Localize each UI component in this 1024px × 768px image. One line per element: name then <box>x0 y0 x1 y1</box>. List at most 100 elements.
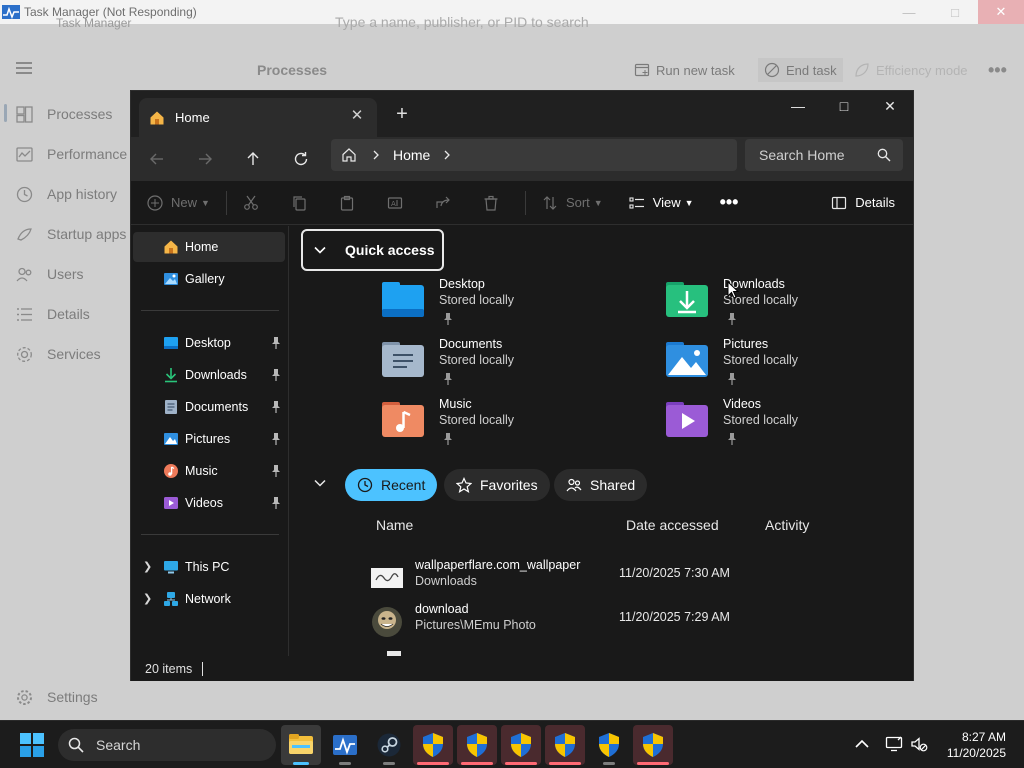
sidebar-item-home[interactable]: Home <box>133 232 285 262</box>
minimize-button[interactable]: — <box>775 91 821 121</box>
collapse-chevron-icon[interactable] <box>313 476 327 490</box>
pin-icon[interactable] <box>271 369 281 381</box>
column-header-activity[interactable]: Activity <box>765 517 809 533</box>
attention-indicator <box>417 762 449 765</box>
back-button[interactable] <box>143 145 171 173</box>
shared-filter-button[interactable]: Shared <box>554 469 648 501</box>
tm-nav-processes[interactable]: Processes <box>0 94 130 134</box>
quick-access-downloads[interactable]: Downloads Stored locally <box>665 277 925 333</box>
new-tab-button[interactable]: + <box>391 103 413 125</box>
share-button[interactable] <box>435 195 451 211</box>
tray-volume-button[interactable] <box>908 733 930 755</box>
efficiency-mode-button[interactable]: Efficiency mode <box>854 58 968 82</box>
details-pane-button[interactable]: Details <box>831 195 895 211</box>
sidebar-item-documents[interactable]: Documents <box>133 392 285 422</box>
sort-button[interactable]: Sort ▼ <box>542 195 603 211</box>
close-button[interactable]: ✕ <box>867 91 913 121</box>
pin-icon[interactable] <box>271 433 281 445</box>
file-row[interactable]: download Pictures\MEmu Photo 11/20/2025 … <box>371 600 891 644</box>
taskbar-uac-shield-3[interactable] <box>501 725 541 765</box>
pin-icon[interactable] <box>271 497 281 509</box>
run-new-task-button[interactable]: Run new task <box>634 58 735 82</box>
expand-chevron-icon[interactable]: ❯ <box>143 560 155 574</box>
quick-access-documents[interactable]: Documents Stored locally <box>381 337 641 393</box>
expand-chevron-icon[interactable]: ❯ <box>143 592 155 606</box>
taskbar-uac-shield-1[interactable] <box>413 725 453 765</box>
tray-display-button[interactable] <box>883 733 905 755</box>
tm-nav-users[interactable]: Users <box>0 254 130 294</box>
hamburger-menu-icon[interactable] <box>16 62 32 74</box>
system-clock[interactable]: 8:27 AM 11/20/2025 <box>947 729 1006 761</box>
pin-icon[interactable] <box>271 337 281 349</box>
sidebar-item-desktop[interactable]: Desktop <box>133 328 285 358</box>
taskbar-search[interactable]: Search <box>58 729 276 761</box>
search-box[interactable]: Search Home <box>745 139 903 171</box>
folder-status: Stored locally <box>723 413 799 427</box>
taskbar-steam[interactable] <box>369 725 409 765</box>
sidebar-item-network[interactable]: ❯ Network <box>133 584 285 614</box>
taskbar-uac-shield-4[interactable] <box>545 725 585 765</box>
file-row-partial[interactable] <box>387 651 401 656</box>
tm-nav-performance[interactable]: Performance <box>0 134 130 174</box>
windows-start-icon[interactable] <box>20 733 44 757</box>
taskbar-uac-shield-2[interactable] <box>457 725 497 765</box>
tm-nav-details[interactable]: Details <box>0 294 130 334</box>
tm-close-button[interactable]: ✕ <box>978 0 1024 24</box>
taskbar-task-manager[interactable] <box>325 725 365 765</box>
taskbar-uac-shield-5[interactable] <box>589 725 629 765</box>
explorer-tab-bar[interactable]: Home ✕ + — □ ✕ <box>131 91 913 137</box>
status-bar: 20 items <box>131 657 913 681</box>
pin-icon[interactable] <box>271 465 281 477</box>
sidebar-item-gallery[interactable]: Gallery <box>133 264 285 294</box>
more-options-icon[interactable]: ••• <box>720 192 739 213</box>
tm-nav-app-history[interactable]: App history <box>0 174 130 214</box>
tm-nav-services[interactable]: Services <box>0 334 130 374</box>
new-button[interactable]: New ▼ <box>147 194 210 211</box>
sidebar-item-music[interactable]: Music <box>133 456 285 486</box>
recent-filter-button[interactable]: Recent <box>345 469 438 501</box>
quick-access-pictures[interactable]: Pictures Stored locally <box>665 337 925 393</box>
up-button[interactable] <box>239 145 267 173</box>
copy-button[interactable] <box>291 195 307 211</box>
pictures-folder-icon <box>666 342 708 377</box>
end-task-button[interactable]: End task <box>758 58 843 82</box>
tm-maximize-button[interactable]: □ <box>932 0 978 24</box>
view-button[interactable]: View ▼ <box>629 195 694 211</box>
sidebar-item-pictures[interactable]: Pictures <box>133 424 285 454</box>
maximize-button[interactable]: □ <box>821 91 867 121</box>
explorer-tab-home[interactable]: Home ✕ <box>139 98 377 137</box>
attention-indicator <box>505 762 537 765</box>
favorites-filter-button[interactable]: Favorites <box>444 469 550 501</box>
tm-minimize-button[interactable]: — <box>886 0 932 24</box>
cut-button[interactable] <box>243 195 259 211</box>
file-row[interactable]: wallpaperflare.com_wallpaper Downloads 1… <box>371 556 891 600</box>
taskbar-file-explorer[interactable] <box>281 725 321 765</box>
sidebar-item-this-pc[interactable]: ❯ This PC <box>133 552 285 582</box>
delete-button[interactable] <box>483 195 499 211</box>
downloads-folder-icon <box>165 368 177 383</box>
home-outline-icon <box>342 148 356 162</box>
show-hidden-icons-button[interactable] <box>851 733 873 755</box>
refresh-button[interactable] <box>287 145 315 173</box>
address-bar[interactable]: Home <box>331 139 737 171</box>
rename-button[interactable]: A <box>387 195 403 211</box>
quick-access-desktop[interactable]: Desktop Stored locally <box>381 277 641 333</box>
tm-settings-button[interactable]: Settings <box>16 686 98 708</box>
pin-icon[interactable] <box>271 401 281 413</box>
paste-button[interactable] <box>339 195 355 211</box>
close-tab-icon[interactable]: ✕ <box>349 108 365 124</box>
tm-search-input[interactable]: Type a name, publisher, or PID to search <box>335 14 589 30</box>
quick-access-header[interactable]: Quick access <box>301 229 444 271</box>
tm-nav-startup-apps[interactable]: Startup apps <box>0 214 130 254</box>
quick-access-videos[interactable]: Videos Stored locally <box>665 397 925 453</box>
column-header-date-accessed[interactable]: Date accessed <box>626 517 719 533</box>
sidebar-item-downloads[interactable]: Downloads <box>133 360 285 390</box>
quick-access-music[interactable]: Music Stored locally <box>381 397 641 453</box>
taskbar-uac-shield-6[interactable] <box>633 725 673 765</box>
tm-more-options-icon[interactable]: ••• <box>988 58 1007 82</box>
breadcrumb-home[interactable]: Home <box>393 147 430 163</box>
sidebar-item-videos[interactable]: Videos <box>133 488 285 518</box>
forward-button[interactable] <box>191 145 219 173</box>
chevron-right-icon[interactable] <box>442 150 452 160</box>
column-header-name[interactable]: Name <box>376 517 413 533</box>
